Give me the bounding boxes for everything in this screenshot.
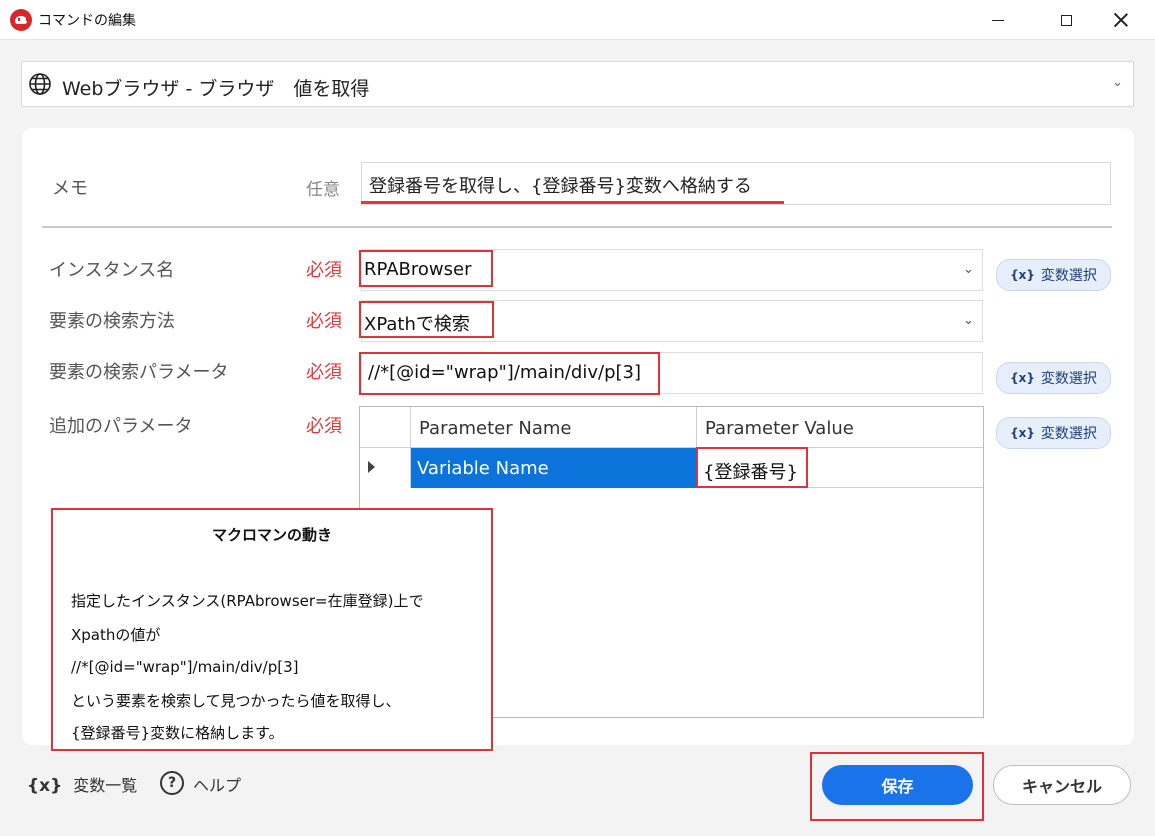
variable-select-label: 変数選択 xyxy=(1040,426,1097,442)
column-header-label: Parameter Name xyxy=(419,418,572,439)
window-title: コマンドの編集 xyxy=(38,13,136,29)
memo-value: 登録番号を取得し、{登録番号}変数へ格納する xyxy=(369,176,752,197)
variable-select-button[interactable]: {x} 変数選択 xyxy=(996,362,1111,394)
minimize-icon xyxy=(992,19,1004,21)
required-badge: 必須 xyxy=(306,311,342,332)
required-badge: 必須 xyxy=(306,416,342,437)
maximize-button[interactable] xyxy=(1043,0,1089,40)
chevron-down-icon: ⌄ xyxy=(963,313,974,328)
highlight-box xyxy=(810,752,984,821)
minimize-button[interactable] xyxy=(975,0,1021,40)
variable-select-button[interactable]: {x} 変数選択 xyxy=(996,259,1111,291)
app-logo-icon xyxy=(10,9,32,31)
search-method-label: 要素の検索方法 xyxy=(49,311,175,332)
table-row[interactable]: Variable Name {登録番号} xyxy=(360,448,983,488)
globe-icon xyxy=(29,73,51,95)
variable-icon: {x} xyxy=(1010,268,1035,282)
column-header-value[interactable]: Parameter Value xyxy=(697,407,983,448)
variable-list-label: 変数一覧 xyxy=(73,776,138,795)
highlight-box xyxy=(359,301,494,338)
highlight-box xyxy=(359,352,660,395)
variable-select-label: 変数選択 xyxy=(1040,371,1097,387)
note-line: 指定したインスタンス(RPAbrowser=在庫登録)上で xyxy=(71,592,424,610)
note-line: {登録番号}変数に格納します。 xyxy=(71,724,284,742)
instance-name-label: インスタンス名 xyxy=(49,260,175,281)
close-button[interactable] xyxy=(1098,0,1144,40)
chevron-down-icon: ⌄ xyxy=(963,262,974,277)
note-line: //*[@id="wrap"]/main/div/p[3] xyxy=(71,658,299,676)
annotation-note: マクロマンの動き 指定したインスタンス(RPAbrowser=在庫登録)上で X… xyxy=(51,508,493,751)
variable-icon: {x} xyxy=(1010,426,1035,440)
additional-parameters-label: 追加のパラメータ xyxy=(49,416,193,437)
row-header[interactable] xyxy=(360,448,411,488)
variable-icon: {x} xyxy=(27,776,63,796)
variable-list-link[interactable]: {x} 変数一覧 xyxy=(27,772,137,796)
grid-header: Parameter Name Parameter Value xyxy=(360,407,983,448)
search-parameter-label: 要素の検索パラメータ xyxy=(49,362,229,383)
optional-badge: 任意 xyxy=(306,180,340,200)
maximize-icon xyxy=(1060,14,1072,26)
parameter-name-cell[interactable]: Variable Name xyxy=(411,448,697,488)
memo-highlight-underline xyxy=(361,201,784,204)
divider xyxy=(42,226,1112,228)
chevron-down-icon: ⌄ xyxy=(1112,75,1123,90)
parameter-name-value: Variable Name xyxy=(417,458,549,479)
highlight-box xyxy=(696,447,808,488)
memo-label: メモ xyxy=(52,178,88,199)
note-line: という要素を検索して見つかったら値を取得し、 xyxy=(71,692,401,710)
variable-select-label: 変数選択 xyxy=(1040,268,1097,284)
help-icon[interactable]: ? xyxy=(160,771,184,795)
required-badge: 必須 xyxy=(306,362,342,383)
variable-select-button[interactable]: {x} 変数選択 xyxy=(996,417,1111,449)
highlight-box xyxy=(359,250,493,287)
column-header-label: Parameter Value xyxy=(705,418,854,439)
grid-corner xyxy=(360,407,411,448)
note-title: マクロマンの動き xyxy=(211,526,332,544)
column-header-name[interactable]: Parameter Name xyxy=(411,407,697,448)
variable-icon: {x} xyxy=(1010,371,1035,385)
note-line: Xpathの値が xyxy=(71,626,161,644)
required-badge: 必須 xyxy=(306,260,342,281)
close-icon xyxy=(1114,13,1128,27)
title-bar: コマンドの編集 xyxy=(0,0,1155,40)
command-select[interactable]: Webブラウザ - ブラウザ 値を取得 ⌄ xyxy=(21,61,1134,107)
cancel-button[interactable]: キャンセル xyxy=(993,765,1131,805)
help-link[interactable]: ヘルプ xyxy=(193,772,241,796)
command-label: Webブラウザ - ブラウザ 値を取得 xyxy=(62,78,370,100)
row-pointer-icon xyxy=(368,461,375,473)
